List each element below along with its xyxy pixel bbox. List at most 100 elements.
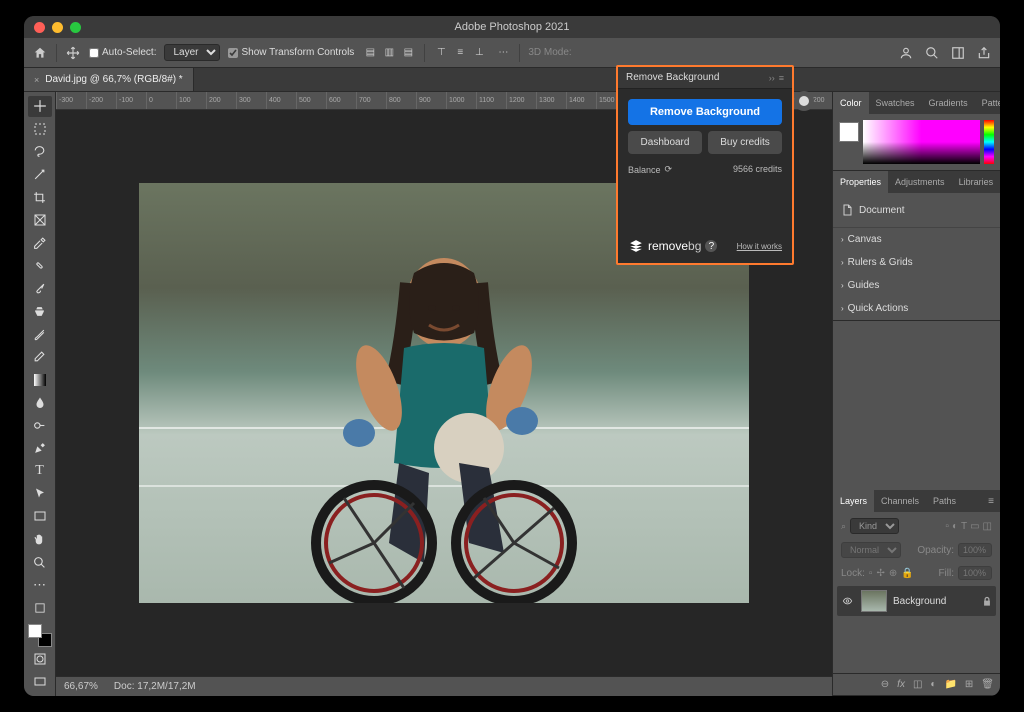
more-align-icon[interactable]: ⋯ bbox=[495, 45, 511, 61]
type-tool[interactable]: T bbox=[28, 461, 52, 482]
align-top-icon[interactable]: ⊤ bbox=[433, 45, 449, 61]
color-picker[interactable] bbox=[833, 114, 1000, 170]
tab-properties[interactable]: Properties bbox=[833, 171, 888, 193]
lock-position-icon[interactable]: ✢ bbox=[876, 568, 884, 579]
new-layer-icon[interactable]: ⊞ bbox=[965, 679, 973, 690]
home-icon[interactable] bbox=[32, 45, 48, 61]
lock-artboard-icon[interactable]: ⊕ bbox=[889, 568, 897, 579]
lock-pixels-icon[interactable]: ▫ bbox=[869, 568, 873, 579]
layer-fx-icon[interactable]: fx bbox=[897, 679, 905, 690]
tab-patterns[interactable]: Patterns bbox=[975, 92, 1000, 114]
blur-tool[interactable] bbox=[28, 392, 52, 413]
rectangle-tool[interactable] bbox=[28, 506, 52, 527]
align-bottom-icon[interactable]: ⊥ bbox=[471, 45, 487, 61]
lock-icon[interactable] bbox=[982, 596, 992, 607]
hand-tool[interactable] bbox=[28, 529, 52, 550]
tab-swatches[interactable]: Swatches bbox=[869, 92, 922, 114]
visibility-icon[interactable] bbox=[841, 596, 855, 606]
filter-adjust-icon[interactable]: ◐ bbox=[952, 521, 958, 532]
filter-smart-icon[interactable]: ◫ bbox=[983, 521, 992, 532]
group-icon[interactable]: 📁 bbox=[944, 679, 956, 690]
gradient-tool[interactable] bbox=[28, 369, 52, 390]
foreground-color-swatch[interactable] bbox=[28, 624, 42, 638]
auto-select-checkbox[interactable]: Auto-Select: bbox=[89, 47, 156, 58]
path-select-tool[interactable] bbox=[28, 483, 52, 504]
clone-stamp-tool[interactable] bbox=[28, 301, 52, 322]
refresh-icon[interactable]: ⟳ bbox=[665, 164, 673, 175]
close-window-button[interactable] bbox=[34, 22, 45, 33]
chevron-right-icon[interactable]: ›› bbox=[769, 73, 775, 83]
align-middle-icon[interactable]: ≡ bbox=[452, 45, 468, 61]
document-tab[interactable]: × David.jpg @ 66,7% (RGB/8#) * bbox=[24, 68, 194, 91]
color-field[interactable] bbox=[863, 120, 980, 164]
accordion-canvas[interactable]: ›Canvas bbox=[833, 228, 1000, 251]
accordion-guides[interactable]: ›Guides bbox=[833, 274, 1000, 297]
tab-adjustments[interactable]: Adjustments bbox=[888, 171, 952, 193]
maximize-window-button[interactable] bbox=[70, 22, 81, 33]
remove-background-button[interactable]: Remove Background bbox=[628, 99, 782, 125]
plugin-dock-icon[interactable] bbox=[794, 91, 814, 111]
search-icon[interactable] bbox=[924, 45, 940, 61]
history-brush-tool[interactable] bbox=[28, 324, 52, 345]
tab-close-icon[interactable]: × bbox=[34, 75, 39, 85]
tab-layers[interactable]: Layers bbox=[833, 490, 874, 512]
eyedropper-tool[interactable] bbox=[28, 233, 52, 254]
move-tool-icon[interactable] bbox=[65, 45, 81, 61]
quickmask-tool[interactable] bbox=[28, 649, 52, 670]
dodge-tool[interactable] bbox=[28, 415, 52, 436]
show-transform-checkbox[interactable]: Show Transform Controls bbox=[228, 47, 354, 58]
layer-mask-icon[interactable]: ◫ bbox=[913, 679, 922, 690]
accordion-rulers[interactable]: ›Rulers & Grids bbox=[833, 251, 1000, 274]
workspace-icon[interactable] bbox=[950, 45, 966, 61]
accordion-quick-actions[interactable]: ›Quick Actions bbox=[833, 297, 1000, 320]
buy-credits-button[interactable]: Buy credits bbox=[708, 131, 782, 154]
tab-libraries[interactable]: Libraries bbox=[952, 171, 1000, 193]
share-icon[interactable] bbox=[976, 45, 992, 61]
minimize-window-button[interactable] bbox=[52, 22, 63, 33]
filter-type-icon[interactable]: T bbox=[961, 521, 967, 532]
lock-all-icon[interactable]: 🔒 bbox=[901, 568, 913, 579]
plugin-header[interactable]: Remove Background ›› ≡ bbox=[618, 67, 792, 89]
opacity-input[interactable] bbox=[958, 543, 992, 557]
brush-tool[interactable] bbox=[28, 278, 52, 299]
panel-menu-icon[interactable]: ≡ bbox=[982, 496, 1000, 507]
frame-tool[interactable] bbox=[28, 210, 52, 231]
layer-kind-select[interactable]: Kind bbox=[850, 518, 899, 534]
blend-mode-select[interactable]: Normal bbox=[841, 542, 901, 558]
more-tools-icon[interactable]: ⋯ bbox=[28, 574, 52, 595]
link-layers-icon[interactable]: ⊖ bbox=[881, 679, 889, 690]
delete-layer-icon[interactable]: 🗑 bbox=[981, 679, 994, 690]
align-left-icon[interactable]: ▤ bbox=[362, 45, 378, 61]
layer-name[interactable]: Background bbox=[893, 596, 946, 607]
zoom-tool[interactable] bbox=[28, 552, 52, 573]
cloud-icon[interactable] bbox=[898, 45, 914, 61]
filter-shape-icon[interactable]: ▭ bbox=[970, 521, 979, 532]
filter-pixel-icon[interactable]: ▫ bbox=[945, 521, 949, 532]
help-icon[interactable]: ? bbox=[705, 240, 717, 252]
hue-slider[interactable] bbox=[984, 120, 994, 164]
healing-tool[interactable] bbox=[28, 255, 52, 276]
crop-tool[interactable] bbox=[28, 187, 52, 208]
how-it-works-link[interactable]: How it works bbox=[737, 242, 782, 251]
screenmode-tool[interactable] bbox=[28, 671, 52, 692]
move-tool[interactable] bbox=[28, 96, 52, 117]
magic-wand-tool[interactable] bbox=[28, 164, 52, 185]
color-current-swatch[interactable] bbox=[839, 122, 859, 142]
layer-row[interactable]: Background bbox=[837, 586, 996, 616]
marquee-tool[interactable] bbox=[28, 119, 52, 140]
edit-toolbar-icon[interactable] bbox=[28, 597, 52, 618]
panel-menu-icon[interactable]: ≡ bbox=[779, 73, 784, 83]
zoom-level[interactable]: 66,67% bbox=[64, 681, 98, 692]
color-swatches[interactable] bbox=[28, 624, 52, 647]
fill-input[interactable] bbox=[958, 566, 992, 580]
align-center-h-icon[interactable]: ▥ bbox=[381, 45, 397, 61]
eraser-tool[interactable] bbox=[28, 347, 52, 368]
align-right-icon[interactable]: ▤ bbox=[400, 45, 416, 61]
adjustment-layer-icon[interactable]: ◐ bbox=[930, 679, 936, 690]
tab-paths[interactable]: Paths bbox=[926, 490, 963, 512]
tab-channels[interactable]: Channels bbox=[874, 490, 926, 512]
pen-tool[interactable] bbox=[28, 438, 52, 459]
tab-gradients[interactable]: Gradients bbox=[922, 92, 975, 114]
lasso-tool[interactable] bbox=[28, 142, 52, 163]
layer-select[interactable]: Layer bbox=[164, 44, 220, 61]
